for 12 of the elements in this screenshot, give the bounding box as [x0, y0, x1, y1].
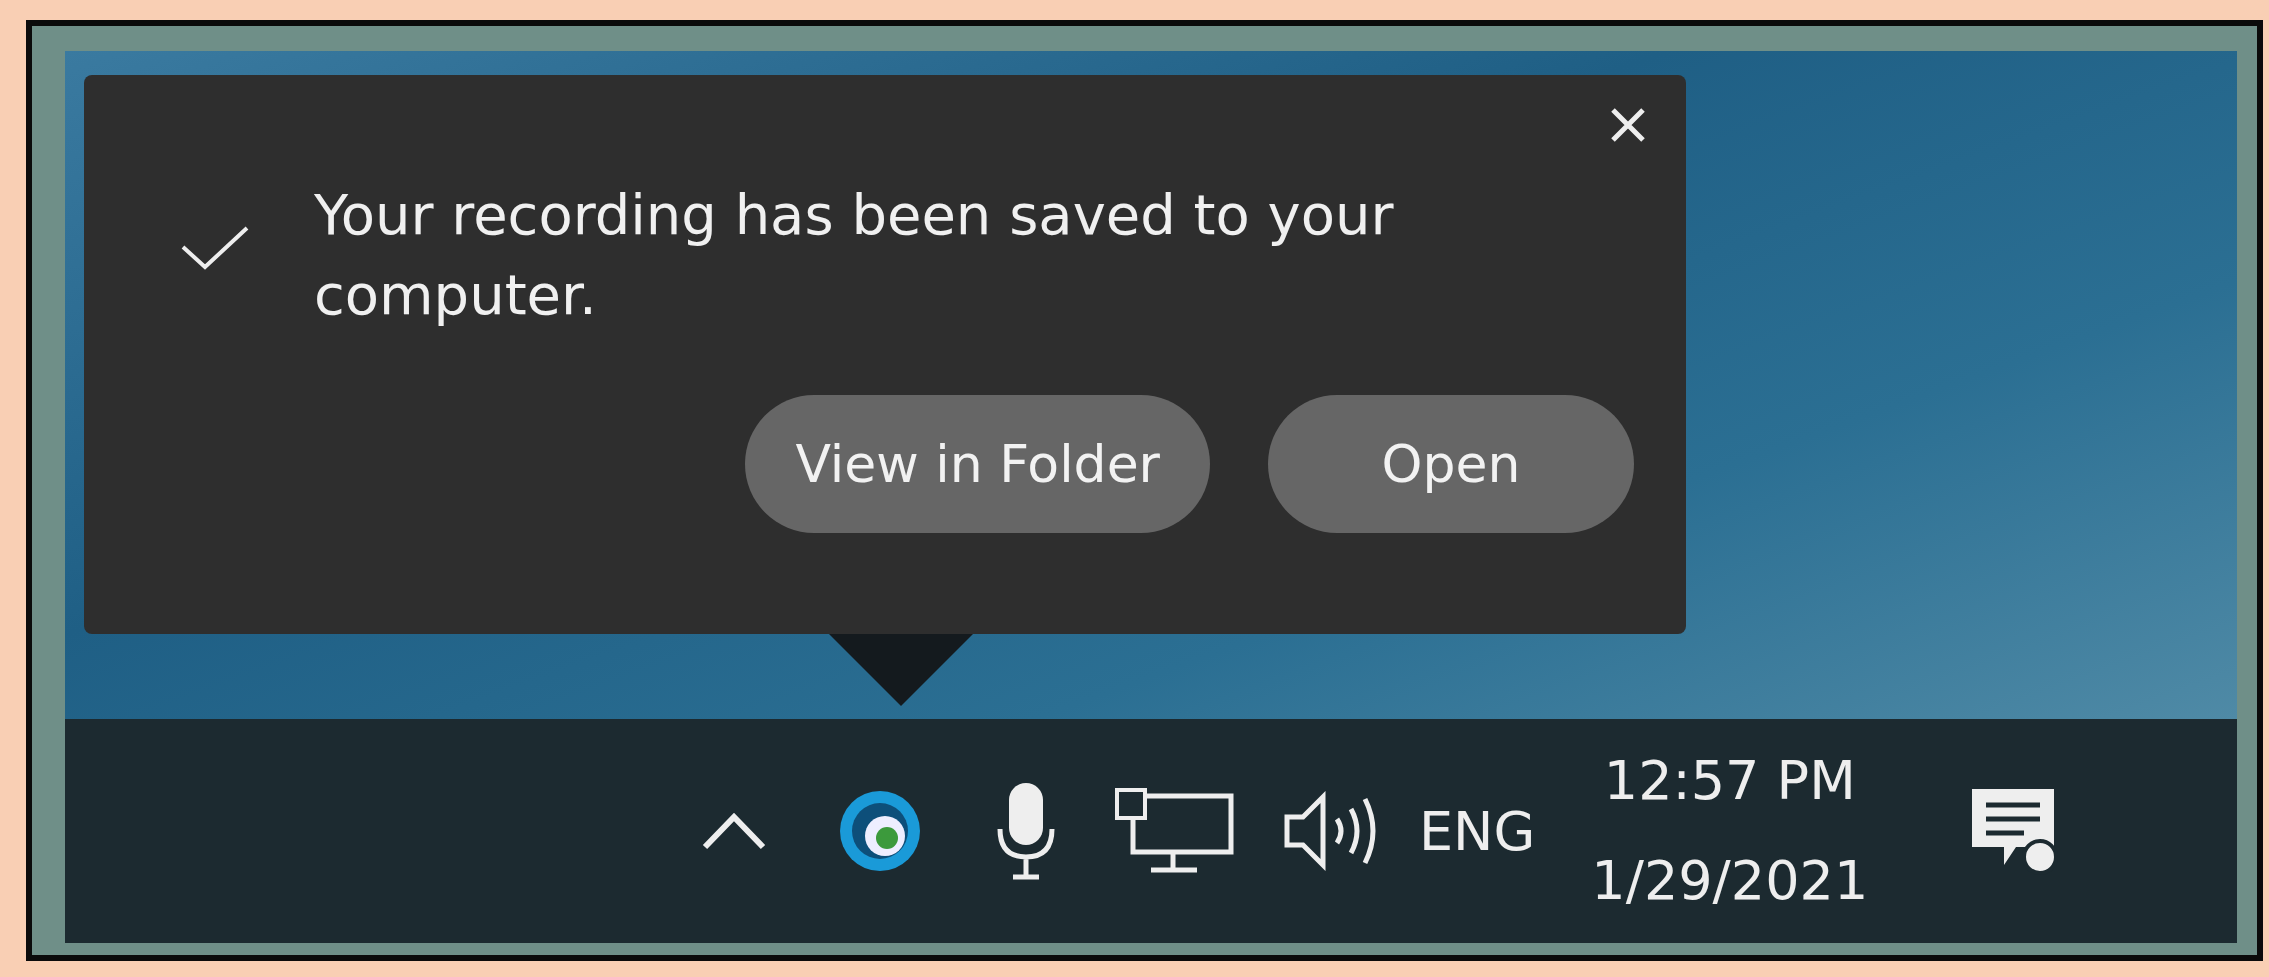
view-in-folder-button[interactable]: View in Folder: [745, 395, 1210, 533]
close-icon[interactable]: [1610, 107, 1646, 143]
checkmark-icon: [180, 225, 250, 271]
open-button[interactable]: Open: [1268, 395, 1634, 533]
microphone-icon[interactable]: [995, 781, 1057, 881]
network-monitor-icon[interactable]: [1113, 786, 1235, 876]
clock-time[interactable]: 12:57 PM: [1603, 731, 1856, 831]
clock-date[interactable]: 1/29/2021: [1591, 831, 1869, 931]
circle-app-icon[interactable]: [837, 788, 923, 874]
chevron-up-icon[interactable]: [701, 811, 767, 851]
notification-message: Your recording has been saved to your computer.: [314, 181, 1395, 329]
language-indicator[interactable]: ENG: [1419, 799, 1536, 863]
